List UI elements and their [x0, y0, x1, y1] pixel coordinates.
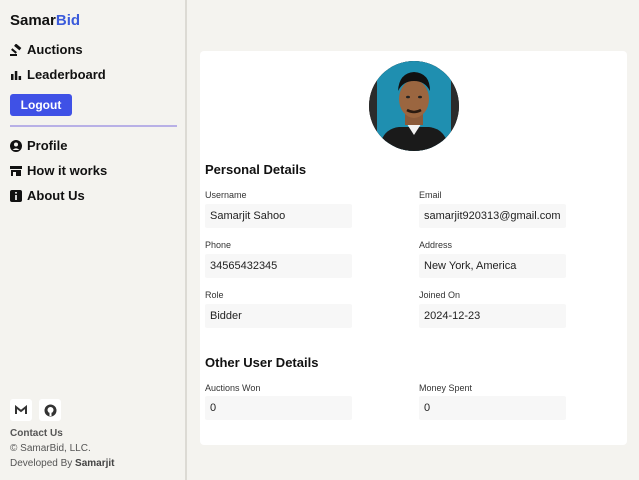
developer-prefix: Developed By: [10, 458, 76, 469]
money-spent-field: 0: [419, 396, 566, 420]
nav-item-profile[interactable]: Profile: [10, 138, 67, 153]
nav-label-leaderboard: Leaderboard: [27, 67, 106, 82]
avatar: [369, 61, 459, 151]
personal-details-title: Personal Details: [205, 162, 307, 177]
info-icon: [10, 189, 22, 202]
role-label: Role: [205, 290, 224, 300]
sidebar-divider: [10, 125, 177, 127]
username-label: Username: [205, 190, 247, 200]
github-icon[interactable]: [39, 399, 61, 421]
username-field: Samarjit Sahoo: [205, 204, 352, 228]
nav-label-how-it-works: How it works: [27, 163, 108, 178]
phone-label: Phone: [205, 240, 232, 250]
money-spent-label: Money Spent: [419, 383, 473, 393]
auctions-won-label: Auctions Won: [205, 383, 261, 393]
other-user-details-title: Other User Details: [205, 355, 319, 370]
brand-logo[interactable]: SamarBid: [10, 12, 80, 29]
contact-us-link[interactable]: Contact Us: [10, 428, 63, 439]
shop-icon: [10, 165, 22, 177]
user-circle-icon: [10, 139, 22, 152]
address-field: New York, America: [419, 254, 566, 278]
developer-credit: Developed By Samarjit: [10, 458, 115, 469]
nav-label-auctions: Auctions: [27, 42, 83, 57]
gmail-icon[interactable]: [10, 399, 32, 421]
auctions-won-field: 0: [205, 396, 352, 420]
bar-chart-icon: [10, 69, 22, 81]
nav-label-about-us: About Us: [27, 188, 85, 203]
joined-on-label: Joined On: [419, 290, 461, 300]
copyright-text: © SamarBid, LLC.: [10, 443, 91, 454]
gavel-icon: [10, 43, 22, 56]
nav-label-profile: Profile: [27, 138, 68, 153]
address-label: Address: [419, 240, 453, 250]
nav-item-about-us[interactable]: About Us: [10, 188, 85, 203]
role-field: Bidder: [205, 304, 352, 328]
nav-item-how-it-works[interactable]: How it works: [10, 163, 107, 178]
brand-name-part2: Bid: [55, 12, 81, 29]
email-field: samarjit920313@gmail.com: [419, 204, 566, 228]
brand-name-part1: Samar: [10, 12, 56, 29]
joined-on-field: 2024-12-23: [419, 304, 566, 328]
sidebar: SamarBid Auctions Leaderboard Logout Pro…: [0, 0, 187, 480]
email-label: Email: [419, 190, 442, 200]
developer-name: Samarjit: [75, 458, 115, 469]
nav-item-leaderboard[interactable]: Leaderboard: [10, 67, 106, 82]
nav-item-auctions[interactable]: Auctions: [10, 42, 83, 57]
logout-button[interactable]: Logout: [10, 94, 72, 116]
phone-field: 34565432345: [205, 254, 352, 278]
